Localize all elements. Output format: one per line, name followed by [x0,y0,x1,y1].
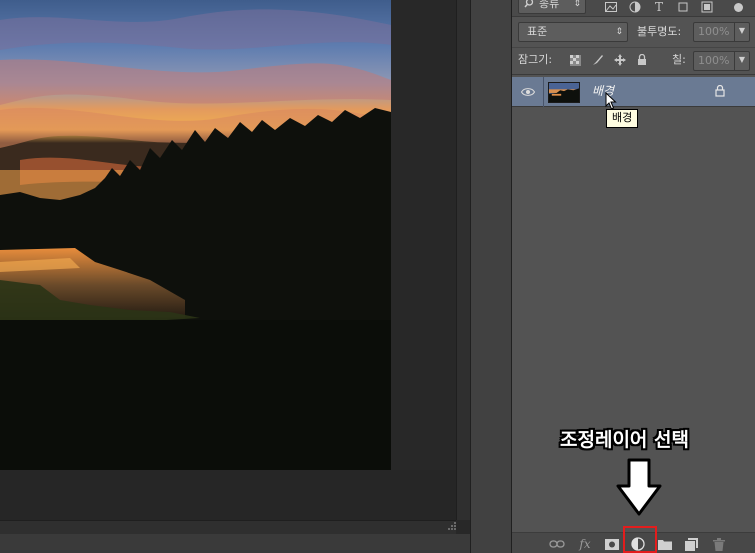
layer-row-background[interactable]: 배경 [512,77,755,107]
shape-layer-filter-icon[interactable] [676,0,690,14]
fill-value: 100% [698,54,730,67]
lock-icon [715,85,725,97]
down-arrow-annotation-icon [616,458,662,516]
search-icon [524,0,534,8]
delete-layer-trash-icon[interactable] [711,536,727,552]
link-layers-icon[interactable] [549,536,565,552]
document-canvas-area[interactable] [0,0,470,553]
blend-opacity-row: 표준 ⇕ 불투명도: 100% ▼ [512,20,755,44]
opacity-label: 불투명도: [637,25,682,38]
panel-dock-divider [470,0,512,553]
filter-toggle-icon[interactable] [731,0,745,14]
smart-object-filter-icon[interactable] [700,0,714,14]
filter-kind-label: 종류 [539,0,560,10]
adjustment-layer-filter-icon[interactable] [628,0,642,14]
adjustment-layer-highlight-box [623,526,657,553]
opacity-value: 100% [698,25,730,38]
new-layer-icon[interactable] [683,536,699,552]
lock-image-pixels-icon[interactable] [591,53,605,67]
fill-field[interactable]: 100% ▼ [693,51,750,71]
blend-mode-dropdown[interactable]: 표준 ⇕ [518,22,628,42]
sunset-lake-photo [0,0,391,470]
eye-icon [520,88,535,96]
layer-style-fx-icon[interactable]: fx [577,536,593,552]
new-group-folder-icon[interactable] [657,536,673,552]
filter-kind-dropdown[interactable]: 종류 ⇕ [518,0,586,14]
resize-grip-icon[interactable] [444,520,458,534]
visibility-toggle[interactable] [512,77,544,107]
layer-filter-row: 종류 ⇕ T [512,0,755,17]
add-mask-icon[interactable] [604,536,620,552]
lock-position-icon[interactable] [613,53,627,67]
updown-arrows-icon: ⇕ [573,0,581,9]
chevron-down-icon[interactable]: ▼ [734,52,749,70]
layer-name-tooltip: 배경 [606,109,639,128]
type-layer-filter-icon[interactable]: T [652,0,666,14]
mouse-cursor-icon [605,92,617,110]
lock-all-icon[interactable] [635,53,649,67]
lock-fill-row: 잠그기: 칠: 100% ▼ [512,47,755,73]
annotation-caption: 조정레이어 선택 [560,429,689,451]
pixel-layer-filter-icon[interactable] [604,0,618,14]
horizontal-scrollbar[interactable] [0,520,456,534]
status-bar [0,534,470,553]
lock-transparency-icon[interactable] [568,53,582,67]
opacity-field[interactable]: 100% ▼ [693,22,750,42]
vertical-scrollbar[interactable] [456,0,470,520]
blend-mode-value: 표준 [527,25,548,38]
chevron-down-icon[interactable]: ▼ [734,23,749,41]
updown-arrows-icon: ⇕ [615,27,623,37]
fill-label: 칠: [672,53,686,66]
layer-thumbnail[interactable] [548,82,580,103]
canvas-pasteboard [0,470,456,520]
lock-label: 잠그기: [518,53,553,66]
